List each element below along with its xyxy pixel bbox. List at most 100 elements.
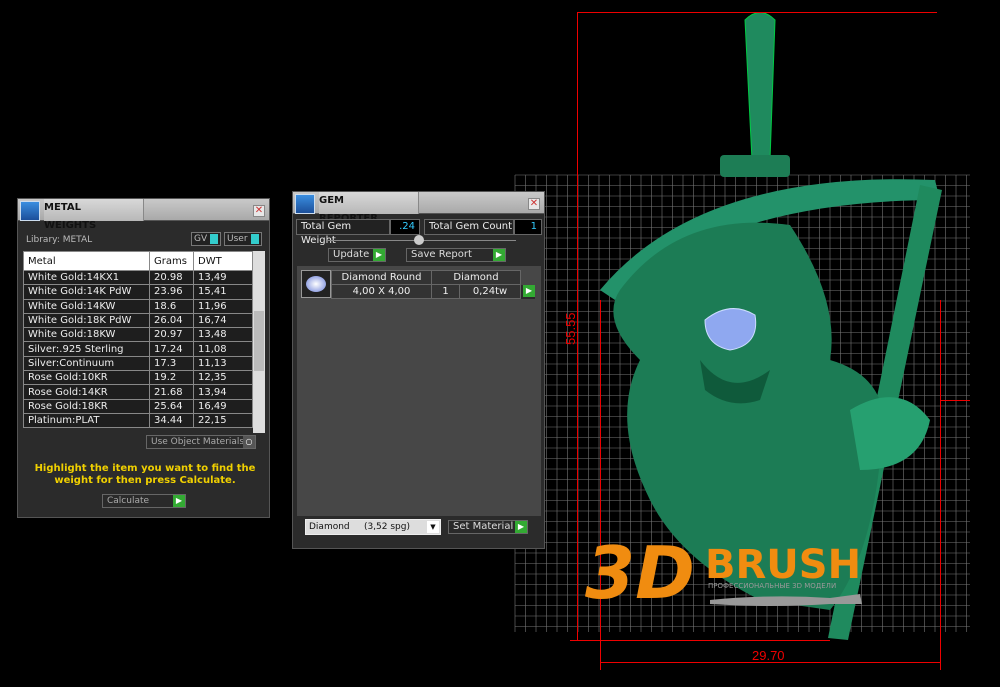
grams: 20.97 bbox=[149, 327, 194, 343]
width-dimension: 29.70 bbox=[752, 648, 785, 663]
table-row[interactable]: Platinum:PLAT 34.44 22,15 bbox=[23, 412, 253, 429]
use-object-materials-toggle[interactable]: Use Object Materials ○ bbox=[146, 435, 256, 449]
material-select-value: Diamond (3,52 spg) bbox=[309, 522, 410, 532]
gem-list: Diamond Round Diamond 4,00 X 4,00 1 0,24tw … bbox=[297, 266, 541, 516]
update-label: Update bbox=[333, 249, 370, 260]
gv-toggle[interactable]: GV bbox=[191, 232, 222, 246]
dwt: 12,35 bbox=[193, 370, 253, 386]
col-dwt[interactable]: DWT bbox=[193, 251, 253, 271]
total-gem-count-label: Total Gem Count bbox=[424, 219, 514, 235]
play-icon: ▶ bbox=[515, 521, 527, 533]
metal-name: Silver:Continuum bbox=[23, 355, 150, 372]
grams: 20.98 bbox=[149, 269, 194, 286]
table-row[interactable]: Silver:Continuum 17.3 11,13 bbox=[23, 355, 253, 372]
metal-name: Rose Gold:10KR bbox=[23, 370, 150, 386]
grams: 23.96 bbox=[149, 284, 194, 300]
metal-name: White Gold:14KW bbox=[23, 298, 150, 314]
height-dimension: 55.55 bbox=[563, 312, 578, 345]
calculate-button[interactable]: Calculate ▶ bbox=[102, 494, 186, 508]
close-icon[interactable]: ✕ bbox=[528, 198, 540, 210]
svg-text:3D: 3D bbox=[585, 531, 695, 615]
table-row[interactable]: Rose Gold:18KR 25.64 16,49 bbox=[23, 398, 253, 414]
metal-name: Silver:.925 Sterling bbox=[23, 341, 150, 357]
panel-title: METAL WEIGHTS bbox=[44, 199, 144, 231]
metal-name: Rose Gold:18KR bbox=[23, 398, 150, 414]
play-icon: ▶ bbox=[523, 285, 535, 297]
scrollbar[interactable] bbox=[253, 251, 265, 433]
play-icon: ▶ bbox=[493, 249, 505, 261]
set-material-button[interactable]: Set Material ▶ bbox=[448, 520, 528, 534]
set-material-label: Set Material bbox=[453, 521, 514, 532]
gv-label: GV bbox=[194, 234, 208, 244]
dwt: 13,48 bbox=[193, 327, 253, 343]
material-select[interactable]: Diamond (3,52 spg) ▼ bbox=[305, 519, 441, 535]
total-gem-count-value: 1 bbox=[514, 219, 542, 235]
table-row[interactable]: Rose Gold:14KR 21.68 13,94 bbox=[23, 384, 253, 400]
close-icon[interactable]: ✕ bbox=[253, 205, 265, 217]
3dbrush-watermark: 3D BRUSH ПРОФЕССИОНАЛЬНЫЕ 3D МОДЕЛИ bbox=[585, 531, 862, 615]
table-row[interactable]: Rose Gold:10KR 19.2 12,35 bbox=[23, 370, 253, 386]
grams: 17.24 bbox=[149, 341, 194, 357]
metal-name: Rose Gold:14KR bbox=[23, 384, 150, 400]
grams: 17.3 bbox=[149, 355, 194, 372]
col-metal[interactable]: Metal bbox=[23, 251, 150, 271]
svg-text:ПРОФЕССИОНАЛЬНЫЕ 3D МОДЕЛИ: ПРОФЕССИОНАЛЬНЫЕ 3D МОДЕЛИ bbox=[708, 582, 836, 590]
gem-thumbnail[interactable] bbox=[301, 270, 331, 298]
metal-name: White Gold:14K PdW bbox=[23, 284, 150, 300]
update-button[interactable]: Update ▶ bbox=[328, 248, 386, 262]
dwt: 11,96 bbox=[193, 298, 253, 314]
table-row[interactable]: White Gold:18K PdW 26.04 16,74 bbox=[23, 312, 253, 329]
gem-row-go-button[interactable]: ▶ bbox=[521, 285, 535, 299]
titlebar[interactable]: GEM REPORTER ✕ bbox=[293, 192, 544, 224]
library-label: Library: METAL bbox=[26, 235, 93, 245]
user-label: User bbox=[227, 234, 248, 244]
table-row[interactable]: Silver:.925 Sterling 17.24 11,08 bbox=[23, 341, 253, 357]
titlebar[interactable]: METAL WEIGHTS ✕ bbox=[18, 199, 269, 231]
panel-title: GEM REPORTER bbox=[319, 192, 419, 224]
table-row[interactable]: White Gold:14K PdW 23.96 15,41 bbox=[23, 284, 253, 300]
grams: 21.68 bbox=[149, 384, 194, 400]
save-report-button[interactable]: Save Report ▶ bbox=[406, 248, 506, 262]
metal-name: White Gold:18K PdW bbox=[23, 312, 150, 329]
gem-row[interactable]: Diamond Round Diamond 4,00 X 4,00 1 0,24tw bbox=[331, 270, 521, 299]
gem-reporter-panel: GEM REPORTER ✕ Total Gem Weight .24 Tota… bbox=[292, 191, 545, 549]
chevron-down-icon: ▼ bbox=[427, 521, 439, 533]
metal-name: White Gold:18KW bbox=[23, 327, 150, 343]
table-row[interactable]: White Gold:18KW 20.97 13,48 bbox=[23, 327, 253, 343]
dwt: 11,08 bbox=[193, 341, 253, 357]
save-report-label: Save Report bbox=[411, 249, 472, 260]
grams: 18.6 bbox=[149, 298, 194, 314]
metal-name: White Gold:14KX1 bbox=[23, 269, 150, 286]
dwt: 15,41 bbox=[193, 284, 253, 300]
gem-material: Diamond bbox=[431, 270, 521, 285]
metal-weights-icon bbox=[20, 201, 40, 221]
metal-weights-panel: METAL WEIGHTS ✕ Library: METAL GV User M… bbox=[17, 198, 270, 518]
play-icon: ▶ bbox=[373, 249, 385, 261]
col-grams[interactable]: Grams bbox=[149, 251, 194, 271]
total-gem-weight-label: Total Gem Weight bbox=[296, 219, 390, 246]
dwt: 16,74 bbox=[193, 312, 253, 329]
dwt: 13,94 bbox=[193, 384, 253, 400]
gem-weight: 0,24tw bbox=[459, 284, 521, 299]
user-toggle[interactable]: User bbox=[224, 232, 262, 246]
table-row[interactable]: White Gold:14KW 18.6 11,96 bbox=[23, 298, 253, 314]
grams: 19.2 bbox=[149, 370, 194, 386]
use-object-materials-label: Use Object Materials bbox=[151, 437, 245, 447]
dwt: 16,49 bbox=[193, 398, 253, 414]
total-gem-weight-value: .24 bbox=[390, 219, 420, 235]
grams: 26.04 bbox=[149, 312, 194, 329]
diamond-icon bbox=[306, 276, 326, 292]
dwt: 11,13 bbox=[193, 355, 253, 372]
metal-name: Platinum:PLAT bbox=[23, 412, 150, 429]
dwt: 22,15 bbox=[193, 412, 253, 429]
grams: 34.44 bbox=[149, 412, 194, 429]
gem-count: 1 bbox=[431, 284, 460, 299]
play-icon: ▶ bbox=[173, 495, 185, 507]
metal-table: Metal Grams DWT White Gold:14KX1 20.98 13,… bbox=[23, 251, 253, 429]
gem-reporter-icon bbox=[295, 194, 315, 214]
collapse-icon[interactable] bbox=[414, 235, 424, 245]
instruction-text: Highlight the item you want to find the … bbox=[34, 463, 256, 486]
grams: 25.64 bbox=[149, 398, 194, 414]
table-row[interactable]: White Gold:14KX1 20.98 13,49 bbox=[23, 269, 253, 286]
scroll-thumb[interactable] bbox=[254, 311, 264, 371]
